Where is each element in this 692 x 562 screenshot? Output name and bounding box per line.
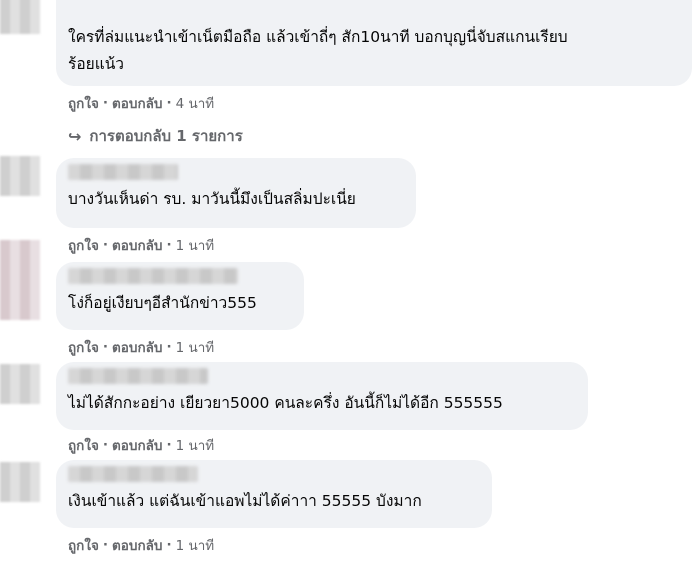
timestamp[interactable]: 1 นาที	[176, 234, 215, 256]
timestamp[interactable]: 1 นาที	[176, 534, 215, 556]
comment-bubble: บางวันเห็นด่า รบ. มาวันนี้มึงเป็นสลิ่มปะ…	[56, 158, 416, 228]
avatar[interactable]	[0, 364, 40, 404]
timestamp[interactable]: 1 นาที	[176, 434, 215, 456]
comment-text-line-1: ใครที่ล่มแนะนำเข้าเน็ตมือถือ แล้วเข้าถี่…	[68, 28, 568, 46]
view-replies-link[interactable]: ↪ การตอบกลับ 1 รายการ	[68, 124, 243, 148]
comment-text: เงินเข้าแล้ว แต่ฉันเข้าแอพไม่ได้ค่าาา 55…	[68, 492, 422, 510]
comment-bubble: โง่ก็อยู่เงียบๆอีสำนักข่าว555	[56, 262, 304, 330]
author-name-blurred[interactable]	[68, 164, 178, 180]
comment-text: บางวันเห็นด่า รบ. มาวันนี้มึงเป็นสลิ่มปะ…	[68, 190, 356, 208]
avatar[interactable]	[0, 240, 40, 320]
comment-bubble: ใครที่ล่มแนะนำเข้าเน็ตมือถือ แล้วเข้าถี่…	[56, 0, 692, 86]
comment-actions: ถูกใจ · ตอบกลับ · 1 นาที	[68, 434, 214, 456]
like-link[interactable]: ถูกใจ	[68, 234, 99, 256]
separator: ·	[102, 437, 108, 453]
timestamp[interactable]: 4 นาที	[176, 92, 215, 114]
comment-text-line-2: ร้อยแน้ว	[68, 55, 125, 73]
like-link[interactable]: ถูกใจ	[68, 434, 99, 456]
author-name-blurred[interactable]	[68, 268, 238, 284]
reply-link[interactable]: ตอบกลับ	[112, 92, 162, 114]
separator: ·	[102, 339, 108, 355]
separator: ·	[102, 95, 108, 111]
comment-bubble: เงินเข้าแล้ว แต่ฉันเข้าแอพไม่ได้ค่าาา 55…	[56, 460, 492, 528]
avatar[interactable]	[0, 156, 40, 196]
like-link[interactable]: ถูกใจ	[68, 336, 99, 358]
author-name-blurred[interactable]	[68, 466, 198, 482]
comment-actions: ถูกใจ · ตอบกลับ · 1 นาที	[68, 234, 214, 256]
reply-link[interactable]: ตอบกลับ	[112, 534, 162, 556]
comment-text: ไม่ได้สักกะอย่าง เยียวยา5000 คนละครึ่ง อ…	[68, 394, 503, 412]
comment-actions: ถูกใจ · ตอบกลับ · 1 นาที	[68, 336, 214, 358]
separator: ·	[102, 537, 108, 553]
avatar[interactable]	[0, 0, 40, 34]
separator: ·	[166, 537, 172, 553]
comment-actions: ถูกใจ · ตอบกลับ · 4 นาที	[68, 92, 214, 114]
like-link[interactable]: ถูกใจ	[68, 534, 99, 556]
separator: ·	[166, 339, 172, 355]
author-name-blurred[interactable]	[68, 368, 208, 384]
comment-bubble: ไม่ได้สักกะอย่าง เยียวยา5000 คนละครึ่ง อ…	[56, 362, 588, 430]
view-replies-label: การตอบกลับ 1 รายการ	[89, 127, 243, 145]
separator: ·	[166, 95, 172, 111]
comment-actions: ถูกใจ · ตอบกลับ · 1 นาที	[68, 534, 214, 556]
reply-link[interactable]: ตอบกลับ	[112, 234, 162, 256]
reply-link[interactable]: ตอบกลับ	[112, 434, 162, 456]
separator: ·	[102, 237, 108, 253]
timestamp[interactable]: 1 นาที	[176, 336, 215, 358]
separator: ·	[166, 437, 172, 453]
comment-text: โง่ก็อยู่เงียบๆอีสำนักข่าว555	[68, 294, 257, 312]
separator: ·	[166, 237, 172, 253]
avatar[interactable]	[0, 462, 40, 502]
like-link[interactable]: ถูกใจ	[68, 92, 99, 114]
reply-link[interactable]: ตอบกลับ	[112, 336, 162, 358]
reply-arrow-icon: ↪	[68, 126, 82, 146]
